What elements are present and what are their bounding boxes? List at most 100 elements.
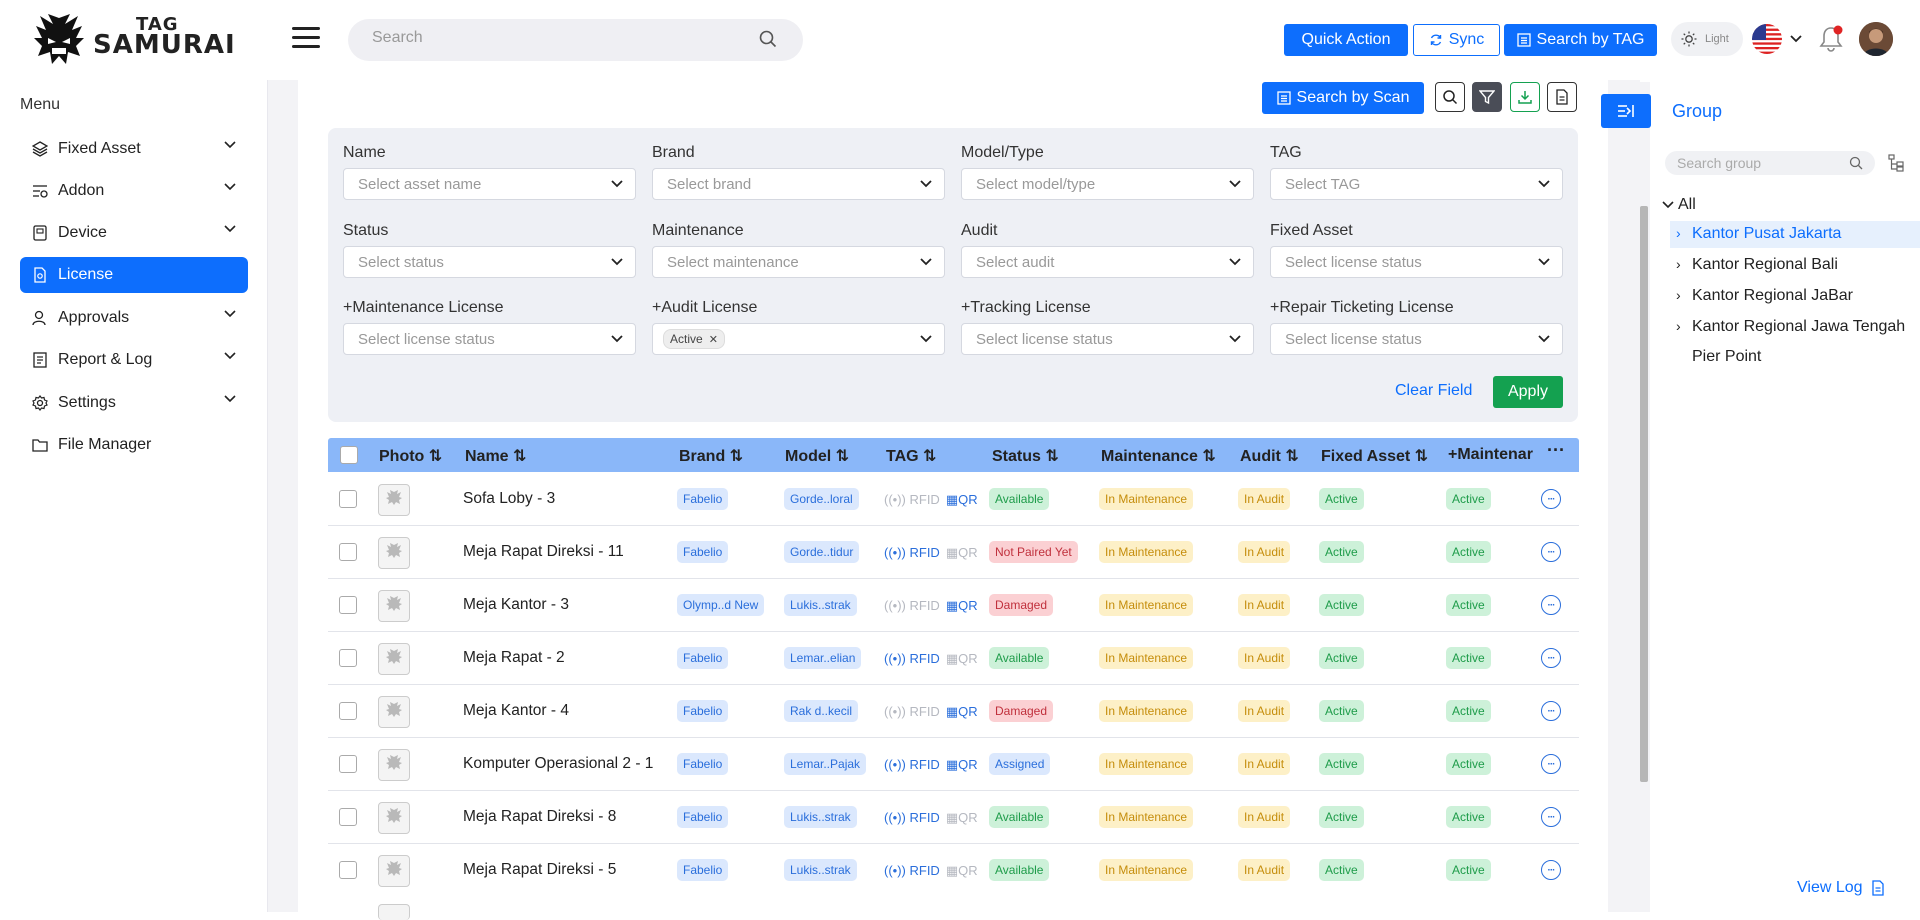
asset-name[interactable]: Meja Kantor - 4 xyxy=(463,702,569,720)
view-log-link[interactable]: View Log xyxy=(1797,879,1885,897)
scrollbar-thumb[interactable] xyxy=(1640,206,1648,782)
sidebar-item-license[interactable]: License xyxy=(20,257,248,293)
row-actions-icon[interactable]: ··· xyxy=(1541,754,1561,774)
row-actions-icon[interactable]: ··· xyxy=(1541,489,1561,509)
row-actions-icon[interactable]: ··· xyxy=(1541,648,1561,668)
table-row[interactable]: Meja Rapat Direksi - 5 Fabelio Lukis..stra… xyxy=(328,844,1579,897)
table-row[interactable]: Meja Rapat Direksi - 11 Fabelio Gorde..tid… xyxy=(328,526,1579,579)
filter-maintenance-license-select[interactable]: Select license status xyxy=(343,323,636,355)
filter-audit-license-select[interactable]: Active ✕ xyxy=(652,323,945,355)
col-maintenance-license[interactable]: +Maintenar xyxy=(1448,446,1533,464)
export-document-button[interactable] xyxy=(1547,82,1577,112)
sync-button[interactable]: Sync xyxy=(1413,24,1500,56)
apply-button[interactable]: Apply xyxy=(1493,376,1563,408)
row-checkbox[interactable] xyxy=(339,861,357,879)
tree-item-pier-point[interactable]: Pier Point xyxy=(1692,348,1761,366)
clear-field-link[interactable]: Clear Field xyxy=(1395,382,1472,400)
quick-action-button[interactable]: Quick Action xyxy=(1284,24,1408,56)
audit-badge: In Audit xyxy=(1238,806,1291,828)
asset-name[interactable]: Meja Rapat Direksi - 5 xyxy=(463,861,616,879)
theme-toggle[interactable]: Light xyxy=(1671,22,1743,56)
filter-status-select[interactable]: Select status xyxy=(343,246,636,278)
row-actions-icon[interactable]: ··· xyxy=(1541,542,1561,562)
sidebar-item-fixed-asset[interactable]: Fixed Asset xyxy=(20,131,248,167)
col-tag[interactable]: TAG ⇅ xyxy=(886,446,936,466)
filter-model-select[interactable]: Select model/type xyxy=(961,168,1254,200)
row-actions-icon[interactable]: ··· xyxy=(1541,860,1561,880)
search-icon[interactable] xyxy=(759,30,777,48)
table-row[interactable]: Meja Kantor - 4 Fabelio Rak d..kecil ((•)) … xyxy=(328,685,1579,738)
asset-name[interactable]: Meja Rapat Direksi - 8 xyxy=(463,808,616,826)
asset-name[interactable]: Meja Kantor - 3 xyxy=(463,596,569,614)
row-actions-icon[interactable]: ··· xyxy=(1541,807,1561,827)
sidebar-item-approvals[interactable]: Approvals xyxy=(20,300,248,336)
tree-item-kantor-regional-jawa-tengah[interactable]: › Kantor Regional Jawa Tengah xyxy=(1676,318,1905,336)
download-button[interactable] xyxy=(1510,82,1540,112)
remove-chip-icon[interactable]: ✕ xyxy=(709,333,718,346)
tag-samurai-logo[interactable]: TAG SAMURAI xyxy=(28,12,235,68)
tree-item-kantor-pusat-jakarta[interactable]: › Kantor Pusat Jakarta xyxy=(1670,221,1920,248)
us-flag-icon[interactable] xyxy=(1752,24,1782,54)
table-search-button[interactable] xyxy=(1435,82,1465,112)
hierarchy-icon[interactable] xyxy=(1888,154,1904,172)
sidebar-item-device[interactable]: Device xyxy=(20,215,248,251)
filter-fixed-asset-select[interactable]: Select license status xyxy=(1270,246,1563,278)
column-options-icon[interactable]: ··· xyxy=(1547,440,1565,461)
col-model[interactable]: Model ⇅ xyxy=(785,446,849,466)
row-checkbox[interactable] xyxy=(339,596,357,614)
row-checkbox[interactable] xyxy=(339,490,357,508)
filter-maintenance-select[interactable]: Select maintenance xyxy=(652,246,945,278)
search-by-scan-button[interactable]: Search by Scan xyxy=(1262,82,1424,114)
vertical-scrollbar[interactable] xyxy=(1638,82,1650,912)
col-status[interactable]: Status ⇅ xyxy=(992,446,1059,466)
filter-audit-select[interactable]: Select audit xyxy=(961,246,1254,278)
row-checkbox[interactable] xyxy=(339,808,357,826)
sidebar-item-report-log[interactable]: Report & Log xyxy=(20,342,248,378)
asset-name[interactable]: Meja Rapat - 2 xyxy=(463,649,565,667)
row-checkbox[interactable] xyxy=(339,543,357,561)
hamburger-menu-icon[interactable] xyxy=(292,27,320,51)
global-search-input[interactable] xyxy=(372,29,752,47)
chevron-down-icon[interactable] xyxy=(1790,35,1802,43)
sidebar-item-file-manager[interactable]: File Manager xyxy=(20,427,248,463)
user-avatar[interactable] xyxy=(1859,22,1893,56)
tree-item-kantor-regional-jabar[interactable]: › Kantor Regional JaBar xyxy=(1676,287,1853,305)
collapse-panel-button[interactable] xyxy=(1601,94,1651,128)
table-row[interactable]: Meja Rapat Direksi - 8 Fabelio Lukis..stra… xyxy=(328,791,1579,844)
row-checkbox[interactable] xyxy=(339,702,357,720)
search-by-tag-button[interactable]: Search by TAG xyxy=(1504,24,1657,56)
row-actions-icon[interactable]: ··· xyxy=(1541,701,1561,721)
table-row[interactable]: Meja Rapat - 2 Fabelio Lemar..elian ((•)) R… xyxy=(328,632,1579,685)
col-maintenance[interactable]: Maintenance ⇅ xyxy=(1101,446,1216,466)
col-brand[interactable]: Brand ⇅ xyxy=(679,446,743,466)
asset-name[interactable]: Meja Rapat Direksi - 11 xyxy=(463,543,624,561)
select-all-checkbox[interactable] xyxy=(340,446,358,464)
filter-tag-select[interactable]: Select TAG xyxy=(1270,168,1563,200)
table-row[interactable]: Sofa Loby - 3 Fabelio Gorde..loral ((•)) RF… xyxy=(328,473,1579,526)
sidebar-item-addon[interactable]: Addon xyxy=(20,173,248,209)
asset-name[interactable]: Komputer Operasional 2 - 1 xyxy=(463,755,653,773)
filter-button[interactable] xyxy=(1472,82,1502,112)
col-fixed-asset[interactable]: Fixed Asset ⇅ xyxy=(1321,446,1428,466)
chevron-down-icon xyxy=(1229,258,1241,266)
row-checkbox[interactable] xyxy=(339,649,357,667)
global-search[interactable] xyxy=(348,19,803,61)
filter-brand-select[interactable]: Select brand xyxy=(652,168,945,200)
notification-bell-icon[interactable] xyxy=(1818,25,1844,58)
table-row[interactable]: Komputer Operasional 2 - 1 Fabelio Lemar..… xyxy=(328,738,1579,791)
filter-name-select[interactable]: Select asset name xyxy=(343,168,636,200)
col-name[interactable]: Name ⇅ xyxy=(465,446,526,466)
table-row[interactable]: Meja Kantor - 3 Olymp..d New Lukis..strak (… xyxy=(328,579,1579,632)
row-checkbox[interactable] xyxy=(339,755,357,773)
col-audit[interactable]: Audit ⇅ xyxy=(1240,446,1299,466)
asset-name[interactable]: Sofa Loby - 3 xyxy=(463,490,555,508)
row-actions-icon[interactable]: ··· xyxy=(1541,595,1561,615)
col-photo[interactable]: Photo ⇅ xyxy=(379,446,442,466)
tree-item-kantor-regional-bali[interactable]: › Kantor Regional Bali xyxy=(1676,256,1838,274)
filter-repair-license-select[interactable]: Select license status xyxy=(1270,323,1563,355)
chevron-down-icon xyxy=(1662,196,1678,214)
filter-tracking-license-select[interactable]: Select license status xyxy=(961,323,1254,355)
tree-root-all[interactable]: All xyxy=(1662,196,1696,214)
group-search[interactable]: Search group xyxy=(1665,151,1875,175)
sidebar-item-settings[interactable]: Settings xyxy=(20,385,248,421)
